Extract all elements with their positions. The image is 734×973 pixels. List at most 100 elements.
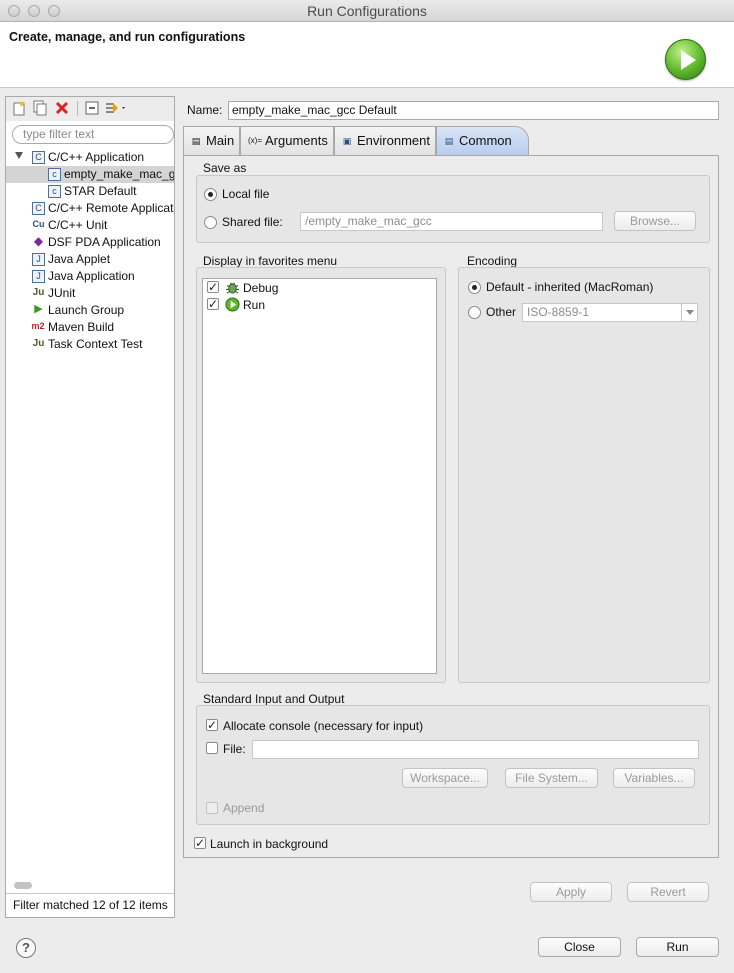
main-tab-icon: ▤	[191, 136, 201, 146]
filter-status: Filter matched 12 of 12 items	[6, 893, 174, 917]
browse-button[interactable]: Browse...	[614, 211, 696, 231]
local-file-radio[interactable]	[204, 188, 217, 201]
encoding-title: Encoding	[467, 254, 518, 268]
run-favorite-label: Run	[243, 298, 266, 312]
tree-item-label: DSF PDA Application	[48, 235, 161, 249]
dsf-icon: ◆	[33, 234, 44, 248]
tree-item-label: STAR Default	[64, 184, 137, 198]
allocate-console-checkbox[interactable]: ✓	[206, 719, 218, 731]
file-output-input[interactable]	[252, 740, 699, 759]
title-bar: Run Configurations	[0, 0, 734, 22]
shared-file-radio[interactable]	[204, 216, 217, 229]
save-as-title: Save as	[203, 161, 247, 175]
horizontal-scrollbar[interactable]	[14, 882, 32, 889]
tab-common[interactable]: ▤ Common	[436, 126, 529, 155]
file-system-button[interactable]: File System...	[505, 768, 598, 788]
tree-item-label: Task Context Test	[48, 337, 143, 351]
tree-item-java-application[interactable]: J Java Application	[6, 268, 174, 285]
debug-favorite-label: Debug	[243, 281, 279, 295]
apply-button[interactable]: Apply	[530, 882, 612, 902]
variables-button[interactable]: Variables...	[613, 768, 695, 788]
chevron-down-icon	[681, 304, 697, 321]
c-config-icon: c	[48, 185, 61, 198]
tree-item-c-cpp-application[interactable]: C C/C++ Application	[6, 149, 174, 166]
dialog-header: Create, manage, and run configurations	[0, 22, 734, 88]
filter-input[interactable]: type filter text	[12, 125, 174, 144]
delete-icon[interactable]	[54, 100, 70, 116]
tab-bar: ▤ Main (x)= Arguments ▣ Environment ▤ Co…	[183, 126, 719, 155]
encoding-select-value: ISO-8859-1	[527, 305, 590, 319]
header-title: Create, manage, and run configurations	[9, 30, 246, 44]
name-input[interactable]: empty_make_mac_gcc Default	[228, 101, 719, 120]
tab-environment[interactable]: ▣ Environment	[334, 126, 436, 155]
other-encoding-radio[interactable]	[468, 306, 481, 319]
configuration-toolbar	[6, 97, 174, 121]
stdio-title: Standard Input and Output	[203, 692, 345, 706]
default-encoding-label: Default - inherited (MacRoman)	[486, 280, 654, 294]
tree-item-c-cpp-remote[interactable]: C C/C++ Remote Applicati	[6, 200, 174, 217]
window-title: Run Configurations	[307, 3, 427, 19]
debug-favorite-checkbox[interactable]: ✓	[207, 281, 219, 293]
collapse-all-icon[interactable]	[84, 100, 100, 116]
tree-item-maven-build[interactable]: m2 Maven Build	[6, 319, 174, 336]
configuration-list-panel: type filter text C C/C++ Application c e…	[5, 96, 175, 918]
append-label: Append	[223, 801, 265, 815]
encoding-group	[458, 267, 710, 683]
common-tab-icon: ▤	[444, 136, 454, 146]
tree-item-c-cpp-unit[interactable]: Cu C/C++ Unit	[6, 217, 174, 234]
debug-icon	[225, 282, 240, 294]
shared-file-path[interactable]: /empty_make_mac_gcc	[300, 212, 603, 231]
launch-background-label: Launch in background	[210, 837, 329, 851]
tree-item-label: C/C++ Remote Applicati	[48, 201, 174, 215]
run-button[interactable]: Run	[636, 937, 719, 957]
allocate-console-label: Allocate console (necessary for input)	[223, 719, 424, 733]
append-checkbox[interactable]	[206, 802, 218, 814]
run-favorite-checkbox[interactable]: ✓	[207, 298, 219, 310]
favorites-list: ✓ Debug ✓ Run	[202, 278, 437, 674]
favorites-title: Display in favorites menu	[203, 254, 338, 268]
tree-item-task-context-test[interactable]: Ju Task Context Test	[6, 336, 174, 353]
file-output-checkbox[interactable]	[206, 742, 218, 754]
name-label: Name:	[187, 103, 223, 117]
launch-background-checkbox[interactable]: ✓	[194, 837, 206, 849]
expand-triangle-icon[interactable]	[15, 152, 23, 159]
tree-item-star-default[interactable]: c STAR Default	[6, 183, 174, 200]
toolbar-separator	[77, 101, 78, 116]
maven-icon: m2	[31, 321, 45, 331]
help-icon[interactable]: ?	[16, 938, 36, 958]
encoding-select[interactable]: ISO-8859-1	[522, 303, 698, 322]
revert-button[interactable]: Revert	[627, 882, 709, 902]
run-icon	[665, 39, 706, 80]
tree-item-launch-group[interactable]: ▶ Launch Group	[6, 302, 174, 319]
tree-item-dsf-pda[interactable]: ◆ DSF PDA Application	[6, 234, 174, 251]
tab-label: Environment	[357, 133, 430, 148]
shared-file-label: Shared file:	[222, 215, 283, 229]
c-remote-icon: C	[32, 202, 45, 215]
filter-icon[interactable]	[104, 100, 128, 116]
new-configuration-icon[interactable]	[11, 100, 27, 116]
tree-item-java-applet[interactable]: J Java Applet	[6, 251, 174, 268]
tree-item-label: Java Application	[48, 269, 135, 283]
tree-item-label: JUnit	[48, 286, 76, 300]
tree-item-junit[interactable]: Ju JUnit	[6, 285, 174, 302]
tab-label: Main	[206, 133, 235, 148]
tree-item-label: Maven Build	[48, 320, 115, 334]
close-button[interactable]: Close	[538, 937, 621, 957]
c-unit-icon: Cu	[32, 219, 45, 229]
tree-item-empty-make-mac-gcc[interactable]: c empty_make_mac_gcc	[6, 166, 174, 183]
tab-main[interactable]: ▤ Main	[183, 126, 240, 155]
c-config-icon: c	[48, 168, 61, 181]
tab-arguments[interactable]: (x)= Arguments	[240, 126, 334, 155]
task-context-icon: Ju	[32, 338, 45, 349]
save-as-group	[196, 175, 710, 243]
default-encoding-radio[interactable]	[468, 281, 481, 294]
duplicate-icon[interactable]	[32, 100, 48, 116]
c-app-icon: C	[32, 151, 45, 164]
tree-item-label: Java Applet	[48, 252, 111, 266]
junit-icon: Ju	[32, 287, 45, 298]
tree-item-label: C/C++ Application	[48, 150, 145, 164]
workspace-button[interactable]: Workspace...	[402, 768, 488, 788]
tab-label: Common	[459, 133, 512, 148]
tree-item-label: empty_make_mac_gcc	[64, 167, 174, 181]
tab-label: Arguments	[265, 133, 328, 148]
